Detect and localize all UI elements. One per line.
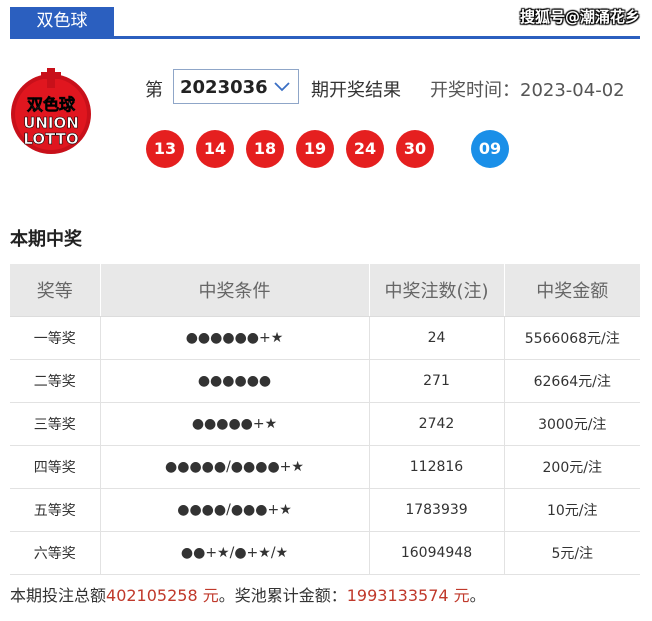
- red-ball: 24: [346, 130, 384, 168]
- watermark: 搜狐号@潮涌花乡: [519, 8, 640, 26]
- prize-table: 奖等 中奖条件 中奖注数(注) 中奖金额 一等奖 ●●●●●●+★ 24 556…: [10, 264, 640, 575]
- prize-amount: 3000元/注: [504, 402, 640, 446]
- draw-time: 开奖时间：2023-04-02: [430, 80, 625, 101]
- prize-condition: ●●●●●/●●●●+★: [100, 445, 370, 489]
- prize-amount: 10元/注: [504, 488, 640, 532]
- prize-amount: 62664元/注: [504, 359, 640, 403]
- prize-level: 二等奖: [10, 359, 101, 403]
- header-condition: 中奖条件: [100, 264, 370, 317]
- red-ball: 18: [246, 130, 284, 168]
- table-header-row: 奖等 中奖条件 中奖注数(注) 中奖金额: [10, 264, 640, 317]
- prize-level: 六等奖: [10, 531, 101, 575]
- pool-label: 。奖池累计金额：: [218, 586, 347, 605]
- period-prefix: 第: [145, 80, 163, 101]
- header-amount: 中奖金额: [504, 264, 640, 317]
- table-row: 五等奖 ●●●●/●●●+★ 1783939 10元/注: [10, 488, 640, 532]
- red-ball: 14: [196, 130, 234, 168]
- prize-level: 五等奖: [10, 488, 101, 532]
- prize-condition: ●●●●●●: [100, 359, 370, 403]
- sales-value: 402105258 元: [106, 586, 219, 605]
- tab-ssq[interactable]: 双色球: [10, 7, 114, 36]
- section-title: 本期中奖: [10, 229, 82, 250]
- header-divider: [10, 36, 640, 39]
- prize-level: 四等奖: [10, 445, 101, 489]
- footer-summary: 本期投注总额402105258 元。奖池累计金额：1993133574 元。: [10, 582, 486, 606]
- table-row: 四等奖 ●●●●●/●●●●+★ 112816 200元/注: [10, 445, 640, 489]
- table-row: 一等奖 ●●●●●●+★ 24 5566068元/注: [10, 316, 640, 360]
- prize-condition: ●●+★/●+★/★: [100, 531, 370, 575]
- prize-level: 三等奖: [10, 402, 101, 446]
- table-row: 三等奖 ●●●●●+★ 2742 3000元/注: [10, 402, 640, 446]
- header-count: 中奖注数(注): [369, 264, 505, 317]
- table-row: 二等奖 ●●●●●● 271 62664元/注: [10, 359, 640, 403]
- issue-select[interactable]: 2023036: [173, 69, 299, 104]
- header-level: 奖等: [10, 264, 101, 317]
- footer-end: 。: [469, 586, 486, 605]
- pool-value: 1993133574 元: [346, 586, 470, 605]
- prize-count: 2742: [369, 402, 505, 446]
- table-row: 六等奖 ●●+★/●+★/★ 16094948 5元/注: [10, 531, 640, 575]
- red-ball: 13: [146, 130, 184, 168]
- prize-amount: 5566068元/注: [504, 316, 640, 360]
- prize-amount: 5元/注: [504, 531, 640, 575]
- issue-value: 2023036: [180, 77, 268, 98]
- prize-amount: 200元/注: [504, 445, 640, 489]
- prize-count: 24: [369, 316, 505, 360]
- red-ball: 30: [396, 130, 434, 168]
- chevron-down-icon: [274, 82, 290, 92]
- prize-count: 112816: [369, 445, 505, 489]
- prize-condition: ●●●●/●●●+★: [100, 488, 370, 532]
- prize-level: 一等奖: [10, 316, 101, 360]
- logo-line2: LOTTO: [23, 130, 78, 148]
- union-lotto-logo: 双色球 UNION LOTTO: [11, 68, 91, 154]
- red-ball: 19: [296, 130, 334, 168]
- logo-main-text: 双色球: [27, 95, 76, 114]
- prize-count: 1783939: [369, 488, 505, 532]
- prize-count: 16094948: [369, 531, 505, 575]
- sales-label: 本期投注总额: [10, 586, 107, 605]
- prize-condition: ●●●●●+★: [100, 402, 370, 446]
- period-suffix: 期开奖结果: [311, 80, 401, 101]
- blue-ball: 09: [471, 130, 509, 168]
- prize-count: 271: [369, 359, 505, 403]
- prize-condition: ●●●●●●+★: [100, 316, 370, 360]
